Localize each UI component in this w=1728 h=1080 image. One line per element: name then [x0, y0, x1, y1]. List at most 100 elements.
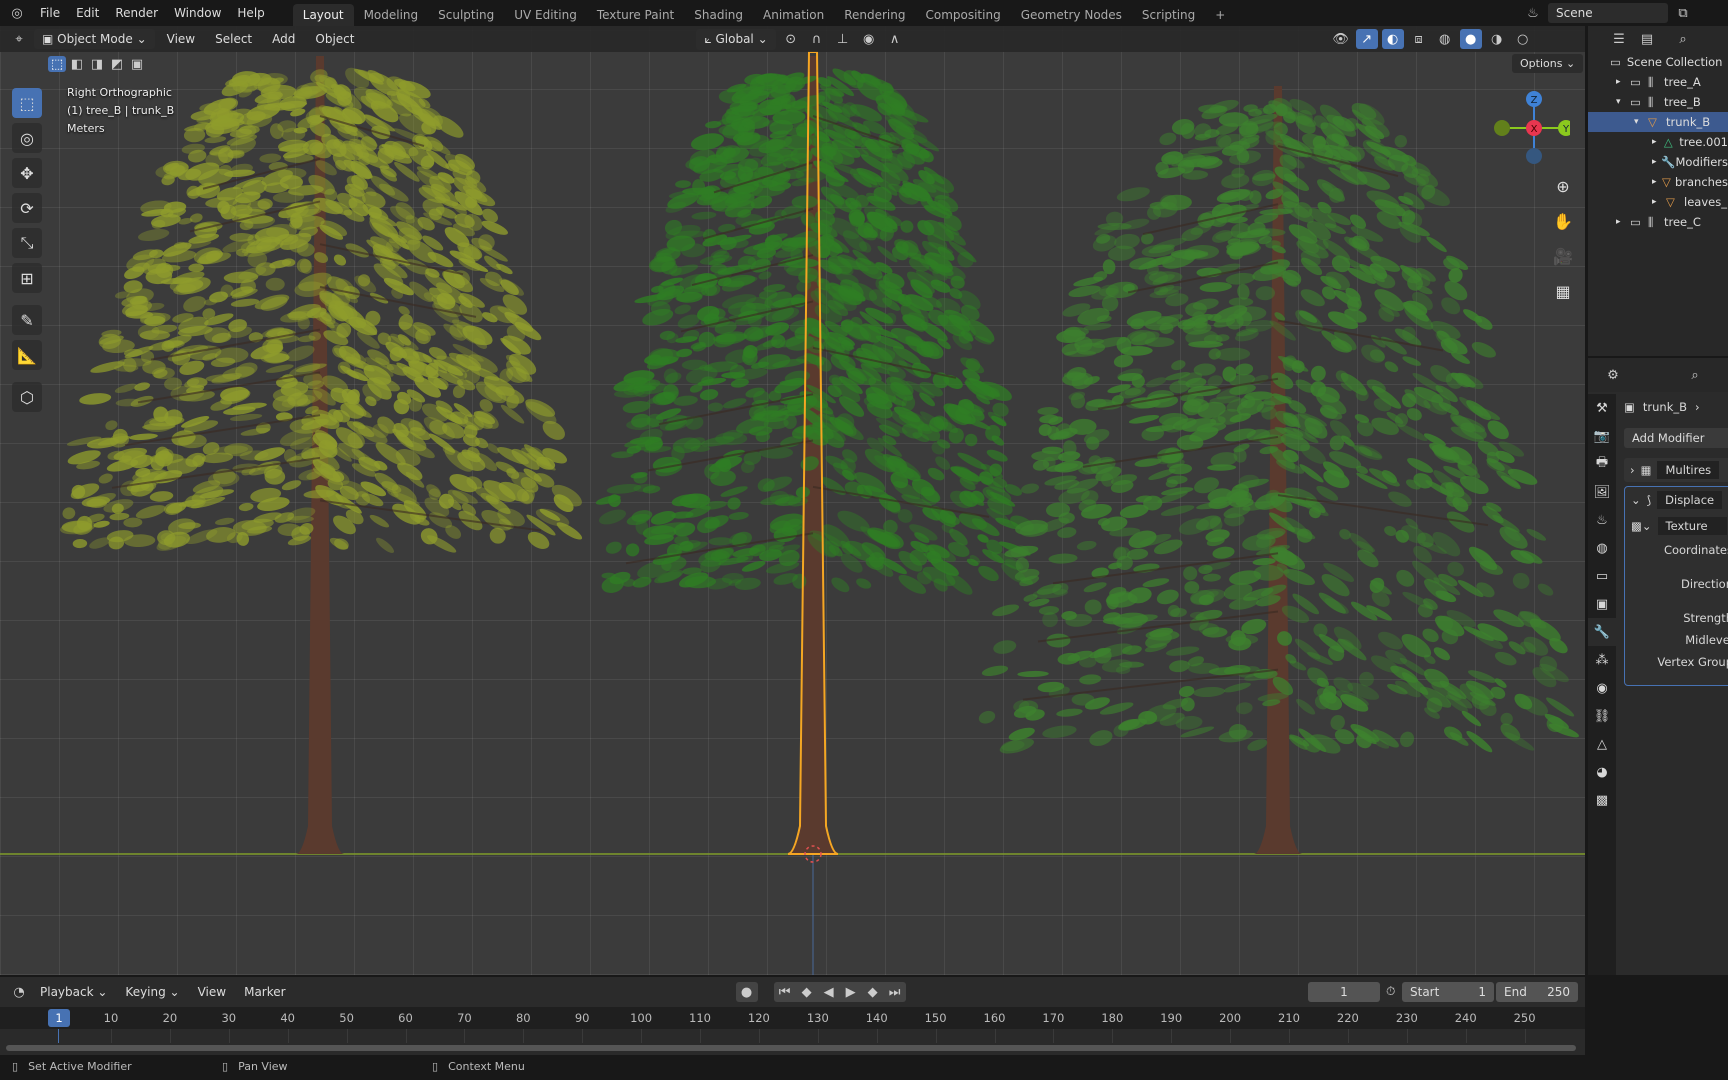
timeline-scrollbar[interactable]	[6, 1045, 1576, 1051]
jump-start-icon[interactable]: ⏮	[774, 982, 796, 1002]
tab-scene-icon[interactable]: ♨	[1588, 506, 1616, 534]
menu-keying[interactable]: Keying ⌄	[117, 982, 187, 1002]
tab-texture-paint[interactable]: Texture Paint	[587, 4, 684, 26]
snap-icon[interactable]: ∩	[806, 29, 828, 49]
select-invert-icon[interactable]: ◩	[108, 56, 126, 72]
editor-type-icon[interactable]: ⌖	[8, 29, 30, 49]
tab-layout[interactable]: Layout	[292, 4, 354, 26]
expand-right-icon[interactable]: ▸	[1652, 177, 1662, 187]
tab-geometry-nodes[interactable]: Geometry Nodes	[1011, 4, 1132, 26]
3d-viewport[interactable]: ⌖ ▣ Object Mode ⌄ View Select Add Object…	[0, 26, 1585, 975]
tab-world-icon[interactable]: ◍	[1588, 534, 1616, 562]
add-cube-tool-icon[interactable]: ⬡	[12, 382, 42, 412]
proportional-edit-icon[interactable]: ◉	[858, 29, 880, 49]
visibility-icon[interactable]: 👁	[1330, 29, 1352, 49]
move-tool-icon[interactable]: ✥	[12, 158, 42, 188]
outliner-item[interactable]: ▸ △ tree.001	[1588, 132, 1728, 152]
filter-icon[interactable]: ▤	[1636, 29, 1658, 49]
zoom-icon[interactable]: ⊕	[1548, 171, 1578, 201]
menu-object[interactable]: Object	[307, 29, 362, 49]
menu-marker[interactable]: Marker	[236, 982, 293, 1002]
menu-help[interactable]: Help	[229, 6, 272, 20]
menu-playback[interactable]: Playback ⌄	[32, 982, 115, 1002]
menu-edit[interactable]: Edit	[68, 6, 107, 20]
solid-shading-icon[interactable]: ●	[1459, 29, 1482, 49]
modifier-multires[interactable]: › ▦ Multires	[1624, 458, 1728, 482]
tab-constraints-icon[interactable]: ⛓	[1588, 702, 1616, 730]
cursor-tool-icon[interactable]: ◎	[12, 123, 42, 153]
chevron-right-icon[interactable]: ›	[1630, 463, 1635, 477]
expand-right-icon[interactable]: ▸	[1652, 137, 1664, 147]
tab-render-icon[interactable]: 📷	[1588, 422, 1616, 450]
editor-type-icon[interactable]: ◔	[8, 982, 30, 1002]
current-frame-field[interactable]: 1	[1308, 982, 1380, 1002]
next-keyframe-icon[interactable]: ◆	[862, 982, 884, 1002]
menu-render[interactable]: Render	[107, 6, 166, 20]
menu-window[interactable]: Window	[166, 6, 229, 20]
scene-name[interactable]: Scene	[1548, 3, 1668, 23]
outliner-item[interactable]: ▸ 🔧 Modifiers	[1588, 152, 1728, 172]
gizmo-toggle-icon[interactable]: ↗	[1355, 29, 1378, 49]
tab-collection-icon[interactable]: ▭	[1588, 562, 1616, 590]
tab-rendering[interactable]: Rendering	[834, 4, 915, 26]
ortho-grid-icon[interactable]: ▦	[1548, 276, 1578, 306]
prev-keyframe-icon[interactable]: ◆	[796, 982, 818, 1002]
outliner-item[interactable]: ▾ ▽ trunk_B	[1588, 112, 1728, 132]
outliner-item[interactable]: ▸ ▭ ⫼ tree_A	[1588, 72, 1728, 92]
blender-logo-icon[interactable]: ◎	[6, 3, 28, 23]
expand-down-icon[interactable]: ▾	[1634, 117, 1648, 127]
display-mode-icon[interactable]: ☰	[1608, 29, 1630, 49]
select-box-tool-icon[interactable]: ⬚	[12, 88, 42, 118]
pivot-icon[interactable]: ⊙	[780, 29, 802, 49]
tab-modeling[interactable]: Modeling	[354, 4, 429, 26]
neg-z-axis-handle[interactable]	[1526, 148, 1542, 164]
play-icon[interactable]: ▶	[840, 982, 862, 1002]
tree-b[interactable]	[595, 51, 1037, 855]
add-workspace-button[interactable]: +	[1205, 4, 1235, 26]
menu-file[interactable]: File	[32, 6, 68, 20]
tab-shading[interactable]: Shading	[684, 4, 753, 26]
play-reverse-icon[interactable]: ◀	[818, 982, 840, 1002]
tab-modifiers-icon[interactable]: 🔧	[1588, 618, 1616, 646]
wireframe-shading-icon[interactable]: ◍	[1434, 29, 1456, 49]
tab-material-icon[interactable]: ◕	[1588, 758, 1616, 786]
navigation-gizmo[interactable]: Z Y X	[1490, 86, 1570, 176]
search-icon[interactable]: ⌕	[1672, 29, 1694, 49]
menu-add[interactable]: Add	[264, 29, 303, 49]
start-frame-field[interactable]: Start 1	[1402, 982, 1494, 1002]
stopwatch-icon[interactable]: ⏱	[1386, 984, 1395, 999]
search-icon[interactable]: ⌕	[1684, 365, 1706, 385]
texture-field[interactable]: Texture	[1657, 517, 1727, 535]
record-icon[interactable]: ●	[735, 982, 758, 1002]
transform-tool-icon[interactable]: ⊞	[12, 263, 42, 293]
tab-object-icon[interactable]: ▣	[1588, 590, 1616, 618]
expand-right-icon[interactable]: ▸	[1616, 217, 1630, 227]
tab-data-icon[interactable]: △	[1588, 730, 1616, 758]
tab-texture-icon[interactable]: ▩	[1588, 786, 1616, 814]
xray-icon[interactable]: ⧈	[1408, 29, 1430, 49]
overlay-toggle-icon[interactable]: ◐	[1381, 29, 1404, 49]
chevron-down-icon[interactable]: ⌄	[1631, 493, 1641, 507]
tab-compositing[interactable]: Compositing	[915, 4, 1010, 26]
new-scene-icon[interactable]: ⧉	[1672, 3, 1694, 23]
tree-c[interactable]	[977, 86, 1580, 854]
scene-collection[interactable]: ▭ Scene Collection	[1588, 52, 1728, 72]
scale-tool-icon[interactable]: ⤡	[12, 228, 42, 258]
orientation-dropdown[interactable]: ⟀ Global ⌄	[696, 28, 776, 50]
scene-selector[interactable]: ♨ Scene ⧉	[1522, 3, 1694, 23]
outliner-item[interactable]: ▸ ▽ leaves_	[1588, 192, 1728, 212]
expand-right-icon[interactable]: ▸	[1616, 77, 1630, 87]
falloff-icon[interactable]: ∧	[884, 29, 906, 49]
camera-icon[interactable]: 🎥	[1548, 241, 1578, 271]
mode-dropdown[interactable]: ▣ Object Mode ⌄	[34, 29, 155, 49]
select-extend-icon[interactable]: ◧	[68, 56, 86, 72]
expand-right-icon[interactable]: ▸	[1652, 157, 1661, 167]
outliner-item[interactable]: ▸ ▭ ⫼ tree_C	[1588, 212, 1728, 232]
menu-view[interactable]: View	[159, 29, 203, 49]
modifier-name[interactable]: Multires	[1657, 461, 1720, 479]
tab-output-icon[interactable]: 🖶	[1588, 450, 1616, 478]
neg-y-axis-handle[interactable]	[1494, 120, 1510, 136]
tab-physics-icon[interactable]: ◉	[1588, 674, 1616, 702]
measure-tool-icon[interactable]: 📐	[12, 340, 42, 370]
tab-uv-editing[interactable]: UV Editing	[504, 4, 587, 26]
